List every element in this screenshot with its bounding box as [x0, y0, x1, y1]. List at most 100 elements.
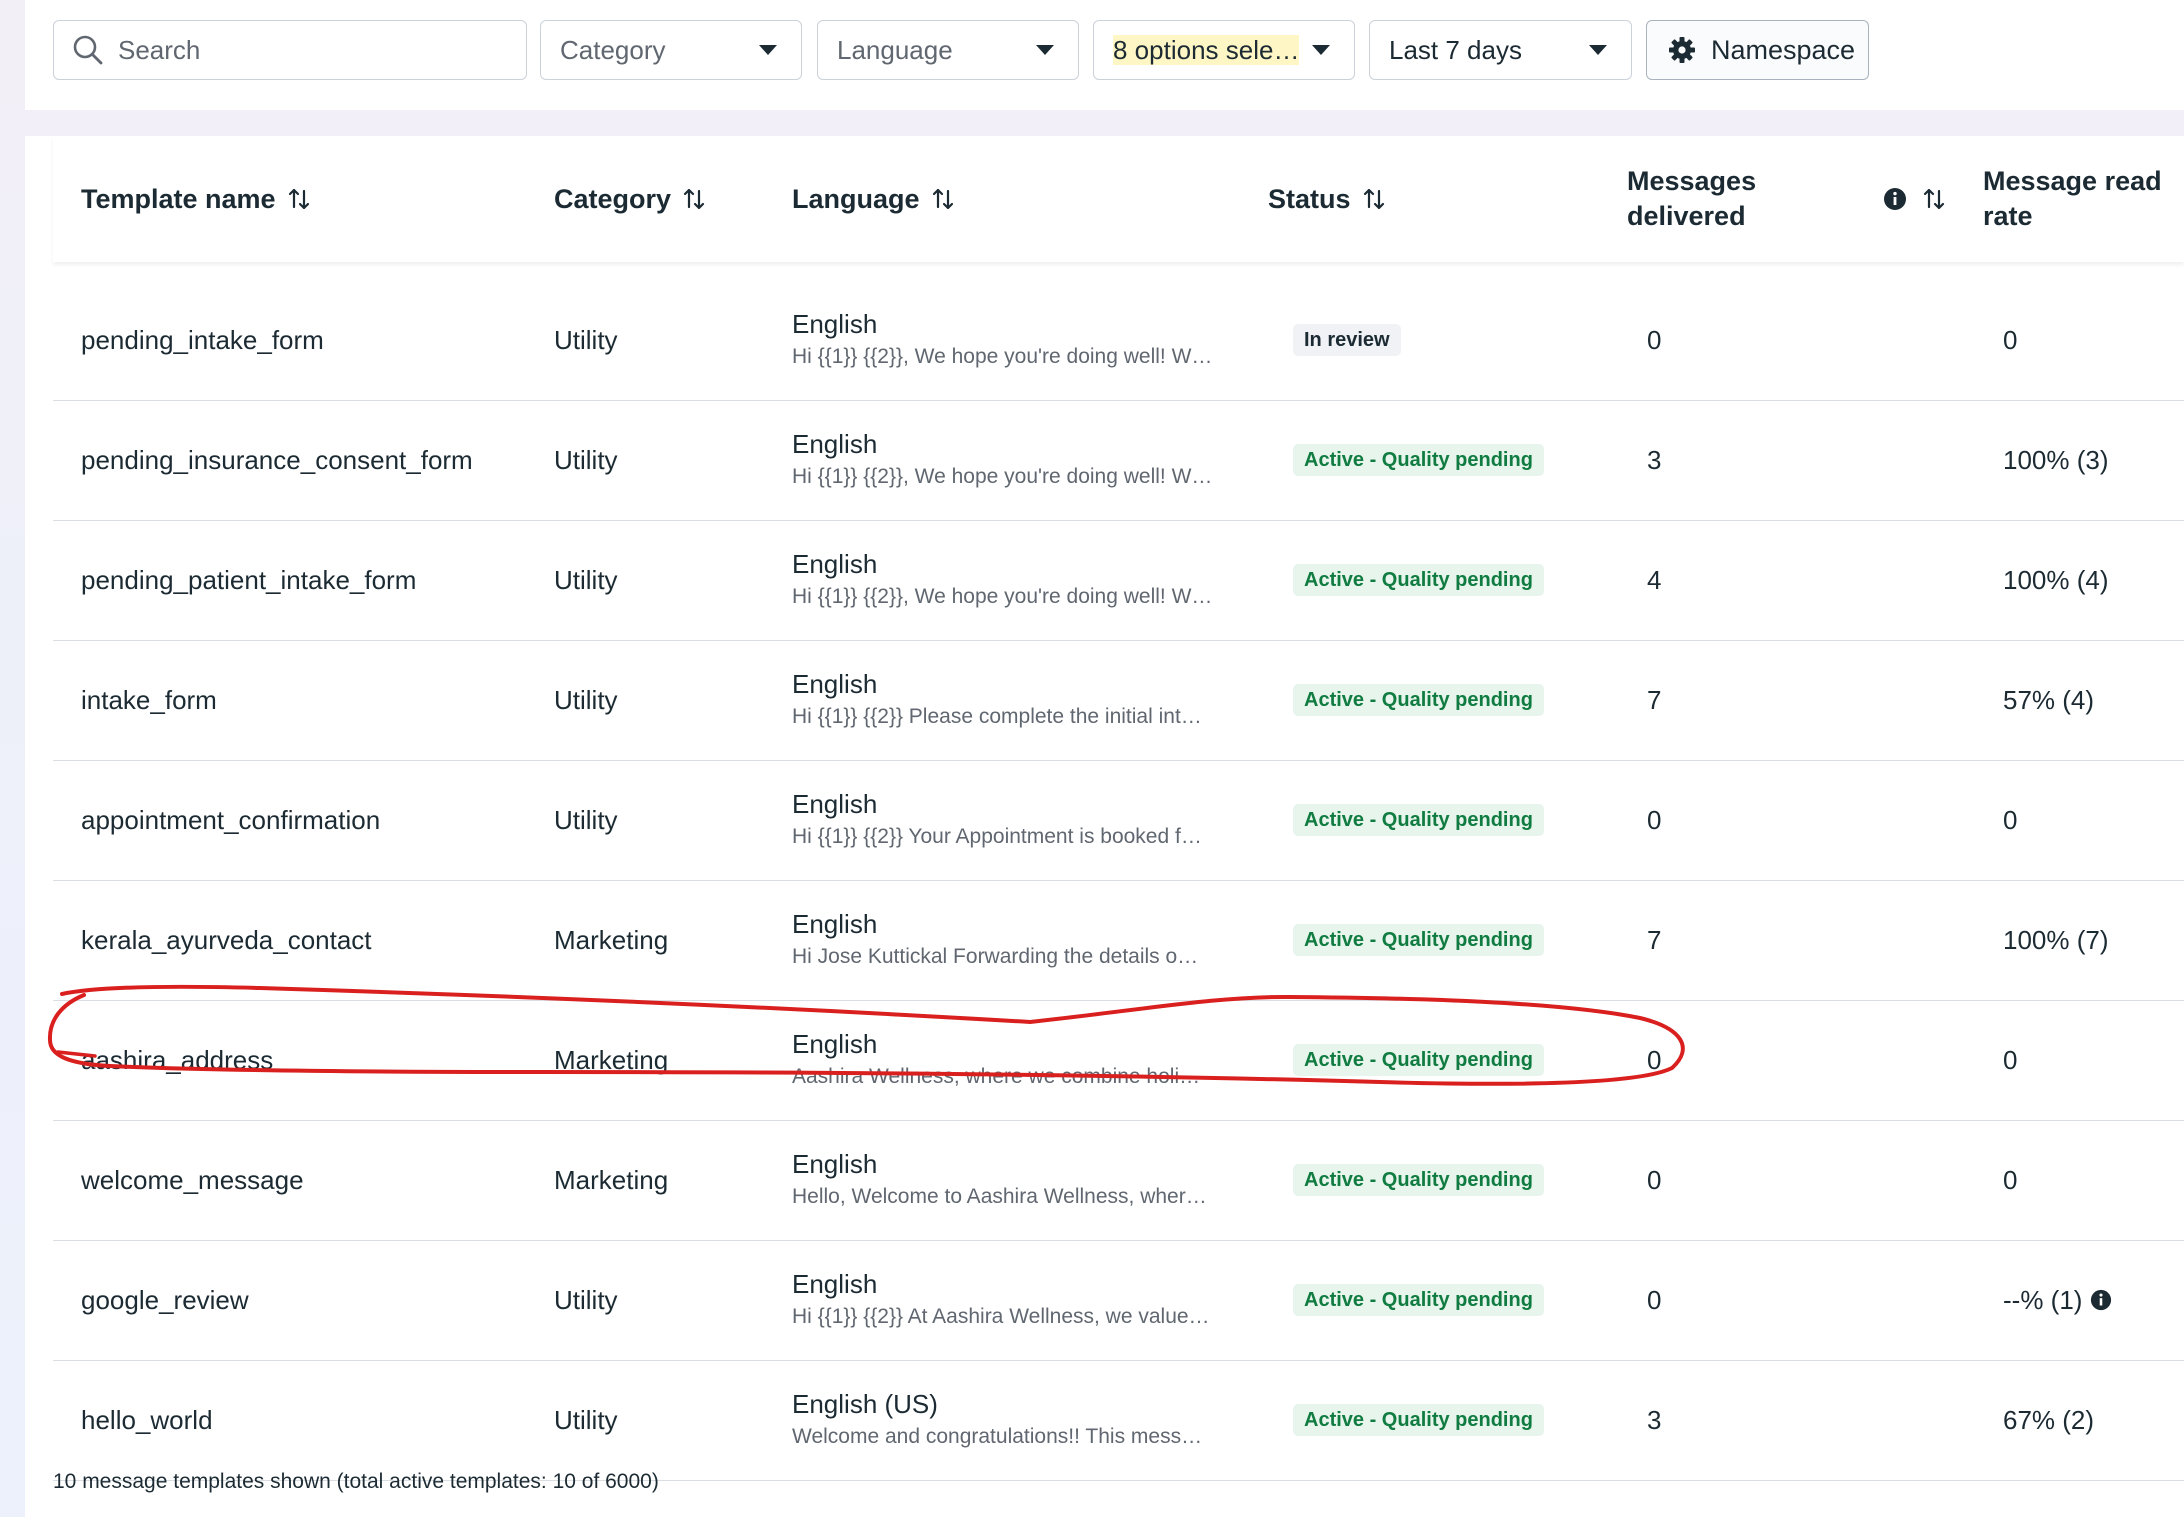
- template-language: English (US): [792, 1389, 938, 1419]
- status-dropdown[interactable]: 8 options sele…: [1093, 20, 1355, 80]
- sort-icon[interactable]: [681, 186, 707, 212]
- table-row[interactable]: pending_patient_intake_form Utility Englis…: [53, 520, 2184, 641]
- template-category: Utility: [554, 324, 618, 355]
- sort-icon[interactable]: [1361, 186, 1387, 212]
- template-name[interactable]: welcome_message: [81, 1120, 304, 1240]
- status-cell: Active - Quality pending: [1293, 880, 1544, 1000]
- header-delivered-controls: [1883, 136, 1947, 262]
- header-language[interactable]: Language: [792, 136, 956, 262]
- language-dropdown-label: Language: [837, 34, 953, 65]
- status-badge: Active - Quality pending: [1293, 1284, 1544, 1316]
- chevron-down-icon: [759, 45, 777, 55]
- table-row[interactable]: google_review Utility English Hi {{1}} {{2}…: [53, 1240, 2184, 1361]
- status-cell: Active - Quality pending: [1293, 1120, 1544, 1240]
- template-language-cell: English Hi {{1}} {{2}} At Aashira Wellnes…: [792, 1240, 1210, 1360]
- messages-delivered-value: 7: [1647, 684, 1662, 715]
- messages-delivered-value: 0: [1647, 1284, 1662, 1315]
- template-language-cell: English Hi {{1}} {{2}}, We hope you're do…: [792, 400, 1212, 520]
- template-language-cell: English Hi {{1}} {{2}}, We hope you're do…: [792, 280, 1212, 400]
- read-rate-cell: 67% (2): [2003, 1360, 2094, 1480]
- template-name[interactable]: google_review: [81, 1240, 249, 1360]
- table-row[interactable]: pending_intake_form Utility English Hi {{1}…: [53, 280, 2184, 401]
- header-label: Message read: [1983, 166, 2162, 196]
- read-rate-cell: 0: [2003, 760, 2017, 880]
- template-category: Marketing: [554, 1044, 669, 1075]
- header-template-name[interactable]: Template name: [81, 136, 312, 262]
- template-language: English: [792, 309, 878, 339]
- header-messages-delivered[interactable]: Messages delivered: [1627, 136, 1756, 262]
- template-name[interactable]: intake_form: [81, 640, 217, 760]
- header-category[interactable]: Category: [554, 136, 707, 262]
- namespace-button[interactable]: Namespace: [1646, 20, 1869, 80]
- template-preview: Hi {{1}} {{2}} At Aashira Wellness, we v…: [792, 1305, 1210, 1328]
- template-preview: Hi Jose Kuttickal Forwarding the details…: [792, 945, 1199, 968]
- read-rate-cell: 0: [2003, 1120, 2017, 1240]
- table-row[interactable]: kerala_ayurveda_contact Marketing English H…: [53, 880, 2184, 1001]
- template-preview: Hi {{1}} {{2}}, We hope you're doing wel…: [792, 585, 1213, 608]
- status-badge: Active - Quality pending: [1293, 1044, 1544, 1076]
- table-row[interactable]: pending_insurance_consent_form Utility Eng…: [53, 400, 2184, 521]
- header-status[interactable]: Status: [1268, 136, 1387, 262]
- template-language-cell: English Hi {{1}} {{2}} Please complete th…: [792, 640, 1202, 760]
- template-name[interactable]: aashira_address: [81, 1000, 273, 1120]
- category-dropdown[interactable]: Category: [540, 20, 802, 80]
- header-label: Language: [792, 183, 920, 214]
- messages-delivered-value: 0: [1647, 1044, 1662, 1075]
- language-dropdown[interactable]: Language: [817, 20, 1079, 80]
- status-badge: Active - Quality pending: [1293, 444, 1544, 476]
- template-language-cell: English (US) Welcome and congratulations!…: [792, 1360, 1202, 1480]
- table-row[interactable]: welcome_message Marketing English Hello, We…: [53, 1120, 2184, 1241]
- table-row[interactable]: hello_world Utility English (US) Welcome an…: [53, 1360, 2184, 1481]
- status-cell: Active - Quality pending: [1293, 1240, 1544, 1360]
- header-label: Messages: [1627, 166, 1757, 196]
- template-category: Utility: [554, 444, 618, 475]
- header-message-read-rate[interactable]: Message read rate: [1983, 136, 2162, 262]
- table-row[interactable]: appointment_confirmation Utility English Hi…: [53, 760, 2184, 881]
- template-name[interactable]: appointment_confirmation: [81, 760, 380, 880]
- status-cell: Active - Quality pending: [1293, 1360, 1544, 1480]
- template-category: Utility: [554, 1404, 618, 1435]
- template-language-cell: English Hi {{1}} {{2}}, We hope you're do…: [792, 520, 1212, 640]
- table-row[interactable]: intake_form Utility English Hi {{1}} {{2}} …: [53, 640, 2184, 761]
- template-language: English: [792, 789, 878, 819]
- template-category: Utility: [554, 1284, 618, 1315]
- read-rate-value: 0: [2003, 804, 2018, 835]
- read-rate-value: 57% (4): [2003, 684, 2095, 715]
- sort-icon[interactable]: [286, 186, 312, 212]
- table-header: Template name Category Language Status M…: [53, 136, 2184, 262]
- messages-delivered-value: 3: [1647, 1404, 1662, 1435]
- date-range-dropdown[interactable]: Last 7 days: [1369, 20, 1632, 80]
- template-name[interactable]: hello_world: [81, 1360, 213, 1480]
- table-row[interactable]: aashira_address Marketing English Aashira W…: [53, 1000, 2184, 1121]
- template-name[interactable]: pending_patient_intake_form: [81, 520, 416, 640]
- template-language-cell: English Hi {{1}} {{2}} Your Appointment i…: [792, 760, 1202, 880]
- status-cell: Active - Quality pending: [1293, 760, 1544, 880]
- read-rate-value: 100% (7): [2003, 924, 2109, 955]
- status-badge: Active - Quality pending: [1293, 804, 1544, 836]
- template-preview: Welcome and congratulations!! This mess…: [792, 1425, 1203, 1448]
- template-name[interactable]: pending_insurance_consent_form: [81, 400, 473, 520]
- template-preview: Hi {{1}} {{2}}, We hope you're doing wel…: [792, 345, 1213, 368]
- messages-delivered-value: 3: [1647, 444, 1662, 475]
- template-name[interactable]: kerala_ayurveda_contact: [81, 880, 372, 1000]
- search-input[interactable]: Search: [53, 20, 527, 80]
- template-name[interactable]: pending_intake_form: [81, 280, 324, 400]
- template-language: English: [792, 1269, 878, 1299]
- sort-icon[interactable]: [1921, 186, 1947, 212]
- header-label: Category: [554, 183, 672, 214]
- status-badge: Active - Quality pending: [1293, 924, 1544, 956]
- status-badge: Active - Quality pending: [1293, 564, 1544, 596]
- status-badge: Active - Quality pending: [1293, 684, 1544, 716]
- info-icon[interactable]: [2090, 1289, 2112, 1311]
- read-rate-value: 0: [2003, 1164, 2018, 1195]
- sort-icon[interactable]: [930, 186, 956, 212]
- template-language: English: [792, 909, 878, 939]
- read-rate-cell: 100% (3): [2003, 400, 2109, 520]
- header-label: Status: [1268, 183, 1351, 214]
- read-rate-cell: 0: [2003, 1000, 2017, 1120]
- header-label: rate: [1983, 201, 2033, 231]
- info-icon[interactable]: [1883, 187, 1907, 211]
- read-rate-cell: 0: [2003, 280, 2017, 400]
- read-rate-value: 100% (3): [2003, 444, 2109, 475]
- read-rate-value: 0: [2003, 1044, 2018, 1075]
